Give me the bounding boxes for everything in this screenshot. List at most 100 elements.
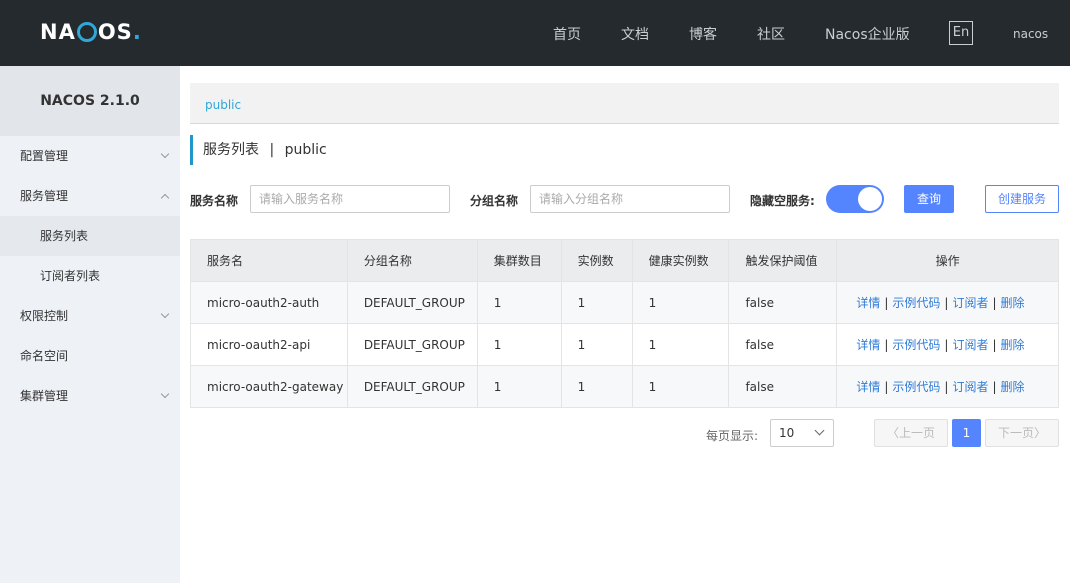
table-header-row: 服务名 分组名称 集群数目 实例数 健康实例数 触发保护阈值 操作 xyxy=(190,239,1059,282)
cluster-count-cell: 1 xyxy=(476,365,562,408)
sample-code-link[interactable]: 示例代码 xyxy=(892,296,940,310)
prev-page-button[interactable]: 〈上一页 xyxy=(874,419,948,447)
page-title: 服务列表 | public xyxy=(190,135,327,165)
column-header: 分组名称 xyxy=(346,239,478,282)
detail-link[interactable]: 详情 xyxy=(856,380,880,394)
nav-home[interactable]: 首页 xyxy=(553,24,581,44)
threshold-cell: false xyxy=(728,365,838,408)
delete-link[interactable]: 删除 xyxy=(1001,380,1025,394)
group-name-cell: DEFAULT_GROUP xyxy=(346,281,478,324)
delete-link[interactable]: 删除 xyxy=(1001,338,1025,352)
column-header: 集群数目 xyxy=(476,239,562,282)
column-header: 健康实例数 xyxy=(631,239,730,282)
column-header: 服务名 xyxy=(190,239,348,282)
sidebar-item-label: 权限控制 xyxy=(20,309,69,323)
next-page-label: 下一页 xyxy=(997,426,1034,440)
table-row: micro-oauth2-gateway DEFAULT_GROUP 1 1 1… xyxy=(190,365,1059,408)
chevron-right-icon: 〉 xyxy=(1034,426,1047,440)
threshold-cell: false xyxy=(728,281,838,324)
logo-text-pre: NA xyxy=(40,20,76,44)
chevron-down-icon xyxy=(160,309,170,319)
namespace-breadcrumb: public xyxy=(190,83,1059,124)
page-title-text: 服务列表 xyxy=(203,142,259,158)
per-page-label: 每页显示: xyxy=(706,429,759,443)
namespace-link[interactable]: public xyxy=(205,98,241,112)
hide-empty-toggle[interactable] xyxy=(826,185,884,213)
nav-enterprise[interactable]: Nacos企业版 xyxy=(825,24,910,44)
chevron-down-icon xyxy=(160,389,170,399)
user-name[interactable]: nacos xyxy=(1013,27,1048,41)
sample-code-link[interactable]: 示例代码 xyxy=(892,338,940,352)
group-name-label: 分组名称 xyxy=(470,194,519,208)
logo-dot: . xyxy=(132,20,142,44)
actions-cell: 详情 | 示例代码 | 订阅者 | 删除 xyxy=(836,281,1059,324)
nav-blog[interactable]: 博客 xyxy=(689,24,717,44)
query-button[interactable]: 查询 xyxy=(904,185,954,213)
page-title-namespace: public xyxy=(284,142,327,158)
threshold-cell: false xyxy=(728,323,838,366)
language-switch-button[interactable]: En xyxy=(949,21,973,45)
sidebar-item-label: 命名空间 xyxy=(20,349,69,363)
service-name-input[interactable] xyxy=(250,185,450,213)
per-page-value: 10 xyxy=(779,426,795,440)
service-name-cell: micro-oauth2-gateway xyxy=(190,365,348,408)
instance-count-cell: 1 xyxy=(560,281,633,324)
table-row: micro-oauth2-api DEFAULT_GROUP 1 1 1 fal… xyxy=(190,323,1059,366)
nav-community[interactable]: 社区 xyxy=(757,24,785,44)
detail-link[interactable]: 详情 xyxy=(856,338,880,352)
subscriber-link[interactable]: 订阅者 xyxy=(952,338,988,352)
next-page-button[interactable]: 下一页〉 xyxy=(985,419,1059,447)
action-separator: | xyxy=(944,296,949,310)
sidebar-item-label: 订阅者列表 xyxy=(40,269,101,283)
sidebar: NACOS 2.1.0 配置管理 服务管理 服务列表 订阅者列表 权限控制 命名… xyxy=(0,66,180,583)
healthy-count-cell: 1 xyxy=(631,365,730,408)
action-separator: | xyxy=(944,338,949,352)
chevron-up-icon xyxy=(160,193,170,203)
prev-page-label: 上一页 xyxy=(899,426,936,440)
service-name-label: 服务名称 xyxy=(190,194,239,208)
healthy-count-cell: 1 xyxy=(631,323,730,366)
instance-count-cell: 1 xyxy=(560,365,633,408)
sidebar-item-config[interactable]: 配置管理 xyxy=(0,136,180,176)
sidebar-item-auth[interactable]: 权限控制 xyxy=(0,296,180,336)
sidebar-item-namespace[interactable]: 命名空间 xyxy=(0,336,180,376)
nav-docs[interactable]: 文档 xyxy=(621,24,649,44)
logo-ring-icon xyxy=(76,22,97,42)
group-name-input[interactable] xyxy=(530,185,730,213)
sidebar-item-service[interactable]: 服务管理 xyxy=(0,176,180,216)
actions-cell: 详情 | 示例代码 | 订阅者 | 删除 xyxy=(836,365,1059,408)
service-name-cell: micro-oauth2-api xyxy=(190,323,348,366)
sidebar-item-service-list[interactable]: 服务列表 xyxy=(0,216,180,256)
sidebar-item-label: 集群管理 xyxy=(20,389,69,403)
chevron-left-icon: 〈 xyxy=(886,426,899,440)
table-row: micro-oauth2-auth DEFAULT_GROUP 1 1 1 fa… xyxy=(190,281,1059,324)
hide-empty-label: 隐藏空服务: xyxy=(750,194,815,208)
top-navbar: NA OS. 首页 文档 博客 社区 Nacos企业版 En nacos xyxy=(0,0,1070,66)
detail-link[interactable]: 详情 xyxy=(856,296,880,310)
sidebar-item-label: 配置管理 xyxy=(20,149,69,163)
sidebar-version: NACOS 2.1.0 xyxy=(0,66,180,136)
service-name-cell: micro-oauth2-auth xyxy=(190,281,348,324)
page-title-separator: | xyxy=(269,142,275,158)
column-header: 实例数 xyxy=(560,239,633,282)
per-page-select[interactable]: 10 xyxy=(770,419,834,447)
sidebar-item-cluster[interactable]: 集群管理 xyxy=(0,376,180,416)
chevron-down-icon xyxy=(814,425,825,436)
action-separator: | xyxy=(884,338,889,352)
sidebar-item-subscriber-list[interactable]: 订阅者列表 xyxy=(0,256,180,296)
subscriber-link[interactable]: 订阅者 xyxy=(952,296,988,310)
delete-link[interactable]: 删除 xyxy=(1001,296,1025,310)
sidebar-item-label: 服务列表 xyxy=(40,229,89,243)
instance-count-cell: 1 xyxy=(560,323,633,366)
subscriber-link[interactable]: 订阅者 xyxy=(952,380,988,394)
sidebar-item-label: 服务管理 xyxy=(20,189,69,203)
action-separator: | xyxy=(992,380,997,394)
sample-code-link[interactable]: 示例代码 xyxy=(892,380,940,394)
chevron-down-icon xyxy=(160,149,170,159)
logo-text-post: OS xyxy=(97,20,133,44)
cluster-count-cell: 1 xyxy=(476,281,562,324)
action-separator: | xyxy=(992,296,997,310)
nacos-logo[interactable]: NA OS. xyxy=(40,19,142,45)
create-service-button[interactable]: 创建服务 xyxy=(985,185,1059,213)
page-number-current[interactable]: 1 xyxy=(952,419,981,447)
